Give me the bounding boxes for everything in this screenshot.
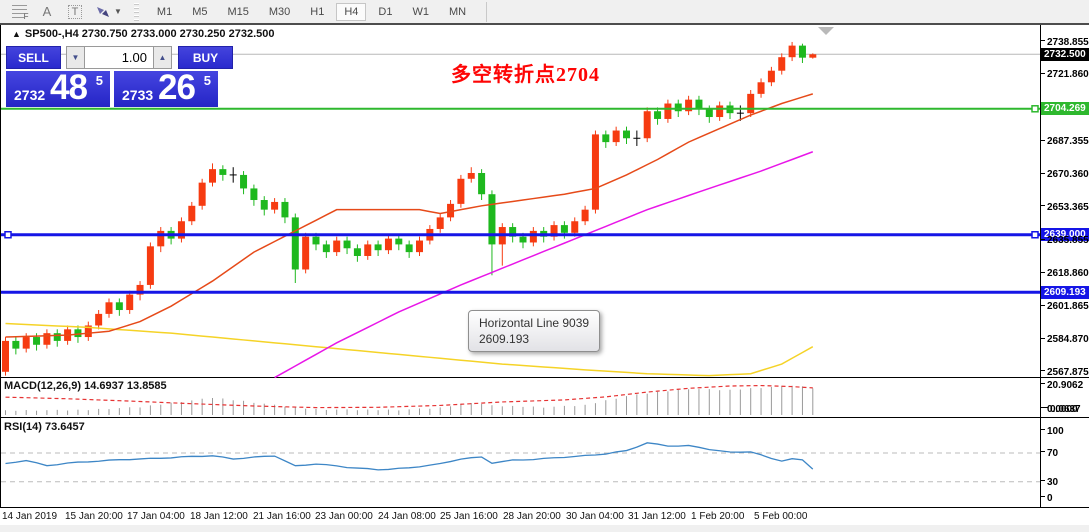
indicator-scale-label: 0 <box>1041 492 1089 505</box>
buy-price-big: 26 <box>158 68 196 107</box>
collapse-triangle-icon[interactable]: ▲ <box>12 29 21 39</box>
price-level-badge: 2732.500 <box>1041 47 1089 61</box>
price-tick-label: 2670.360 <box>1041 168 1089 181</box>
mt4-window: { "toolbar": { "icons": [ {"name": "fibo… <box>0 0 1089 532</box>
price-tick-label: 2601.865 <box>1041 300 1089 313</box>
date-tick-label: 17 Jan 04:00 <box>127 511 185 522</box>
date-tick-label: 30 Jan 04:00 <box>566 511 624 522</box>
macd-indicator-label: MACD(12,26,9) 14.6937 13.8585 <box>4 380 167 392</box>
date-tick-label: 31 Jan 12:00 <box>628 511 686 522</box>
object-tooltip: Horizontal Line 9039 2609.193 <box>468 310 601 352</box>
date-tick-label: 24 Jan 08:00 <box>378 511 436 522</box>
sell-price-tile[interactable]: 2732 48 5 <box>6 68 110 107</box>
horizontal-line-objects[interactable] <box>1 105 1040 294</box>
price-level-badge: 2609.193 <box>1041 285 1089 299</box>
price-tick-label: 2687.355 <box>1041 135 1089 148</box>
date-tick-label: 21 Jan 16:00 <box>253 511 311 522</box>
indicator-scale-label: 0.0637 <box>1044 403 1089 416</box>
date-tick-label: 5 Feb 00:00 <box>754 511 808 522</box>
buy-price-pips: 5 <box>203 73 211 88</box>
buy-button[interactable]: BUY <box>178 46 233 69</box>
price-tick-label: 2635.855 <box>1041 234 1089 247</box>
price-level-badge: 2704.269 <box>1041 102 1089 116</box>
volume-input[interactable] <box>85 46 153 69</box>
volume-decrease-button[interactable]: ▼ <box>66 46 85 69</box>
chart-annotation-text: 多空转折点2704 <box>451 64 600 86</box>
price-tick-label: 2584.870 <box>1041 333 1089 346</box>
date-tick-label: 14 Jan 2019 <box>2 511 58 522</box>
price-axis[interactable]: 2738.855 2732.500 2721.860 2704.269 2687.355… <box>1041 25 1089 507</box>
date-tick-label: 25 Jan 16:00 <box>440 511 498 522</box>
tooltip-title: Horizontal Line 9039 <box>479 316 590 330</box>
sell-price-pips: 5 <box>95 73 103 88</box>
volume-increase-button[interactable]: ▲ <box>153 46 172 69</box>
date-tick-label: 1 Feb 20:00 <box>691 511 745 522</box>
chart-symbol-header: ▲ SP500-,H4 2730.750 2733.000 2730.250 27… <box>12 28 275 40</box>
one-click-trade-widget: SELL ▼ ▲ BUY 2732 48 5 2733 26 5 <box>6 46 233 107</box>
date-axis[interactable]: 14 Jan 2019 15 Jan 20:00 17 Jan 04:00 18 Ja… <box>0 511 1089 525</box>
buy-price-prefix: 2733 <box>122 87 154 103</box>
date-tick-label: 28 Jan 20:00 <box>503 511 561 522</box>
indicator-scale-label: 30 <box>1041 476 1089 489</box>
date-tick-label: 15 Jan 20:00 <box>65 511 123 522</box>
sell-button[interactable]: SELL <box>6 46 61 69</box>
rsi-plot <box>1 442 1040 483</box>
sell-price-big: 48 <box>50 68 88 107</box>
status-strip <box>0 525 1089 532</box>
date-tick-label: 23 Jan 00:00 <box>315 511 373 522</box>
chart-shift-marker[interactable] <box>818 27 834 35</box>
indicator-scale-label: 20.9062 <box>1041 379 1089 392</box>
price-tick-label: 2618.860 <box>1041 267 1089 280</box>
price-tick-label: 2653.365 <box>1041 201 1089 214</box>
buy-price-tile[interactable]: 2733 26 5 <box>114 68 218 107</box>
date-tick-label: 18 Jan 12:00 <box>190 511 248 522</box>
indicator-scale-label: 70 <box>1041 447 1089 460</box>
price-tick-label: 2567.875 <box>1041 366 1089 379</box>
price-tick-label: 2738.855 <box>1041 36 1089 49</box>
tooltip-value: 2609.193 <box>479 332 530 346</box>
indicator-scale-label: 100 <box>1041 425 1089 438</box>
rsi-indicator-label: RSI(14) 73.6457 <box>4 421 85 433</box>
price-tick-label: 2721.860 <box>1041 68 1089 81</box>
sell-price-prefix: 2732 <box>14 87 46 103</box>
